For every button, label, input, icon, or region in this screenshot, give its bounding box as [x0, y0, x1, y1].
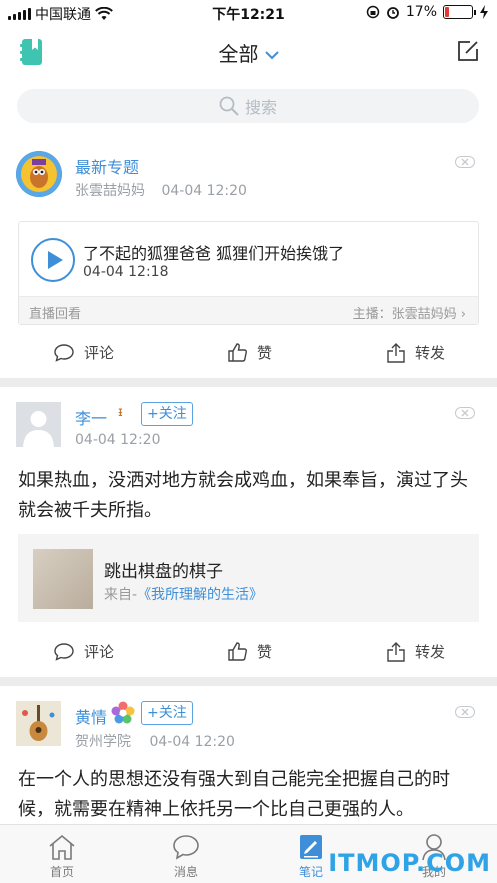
dismiss-button[interactable] [455, 706, 475, 718]
thumbs-up-icon [228, 642, 247, 661]
avatar[interactable] [16, 151, 62, 197]
share-icon [387, 342, 405, 363]
nav-bar: 全部 [0, 26, 497, 76]
user-badge-icon: ᵻ [118, 405, 123, 420]
share-button[interactable]: 转发 [387, 641, 445, 662]
live-footer: 直播回看 主播：张雲喆妈妈 › [19, 296, 478, 324]
flower-badge-icon [111, 701, 135, 724]
battery-icon [443, 5, 476, 19]
compose-icon[interactable] [457, 40, 479, 62]
close-icon [461, 158, 469, 166]
article-thumbnail [33, 549, 93, 609]
chevron-down-icon [264, 51, 279, 60]
default-avatar-icon [16, 402, 61, 447]
post-content: 在一个人的思想还没有强大到自己能完全把握自己的时候，就需要在精神上依托另一个比自… [18, 769, 450, 820]
dismiss-button[interactable] [455, 156, 475, 168]
message-icon [173, 835, 199, 860]
post-actions: 评论 赞 转发 [0, 342, 497, 372]
watermark: ITMOP.COM [328, 849, 491, 877]
fox-avatar-icon [16, 151, 62, 197]
nav-title-dropdown[interactable]: 全部 [0, 38, 497, 67]
home-icon [49, 834, 75, 860]
post-author-name[interactable]: 最新专题 [75, 154, 139, 178]
nav-title: 全部 [218, 42, 259, 66]
lock-rotation-icon [366, 5, 380, 19]
post-author-sub: 张雲喆妈妈 [75, 183, 145, 199]
battery-percent: 17% [405, 4, 437, 20]
play-button[interactable] [31, 238, 75, 282]
article-source-link[interactable]: 《我所理解的生活》 [137, 587, 263, 603]
post-time: 04-04 12:20 [75, 432, 161, 448]
follow-button[interactable]: +关注 [141, 402, 193, 426]
close-icon [461, 708, 469, 716]
post-meta: 贺州学院 04-04 12:20 [75, 731, 235, 751]
tab-label: 消息 [173, 865, 198, 879]
search-icon [219, 96, 239, 116]
post-actions: 评论 赞 转发 [0, 641, 497, 671]
live-title: 了不起的狐狸爸爸 狐狸们开始挨饿了 [83, 244, 345, 263]
play-icon [48, 251, 63, 269]
post-author-name[interactable]: 李一 [75, 405, 107, 429]
post-meta: 张雲喆妈妈 04-04 12:20 [75, 180, 247, 200]
like-button[interactable]: 赞 [228, 641, 272, 662]
tab-messages[interactable]: 消息 [156, 831, 216, 880]
charging-icon [480, 5, 488, 19]
post-author-name[interactable]: 黄情 [75, 704, 107, 728]
close-icon [461, 409, 469, 417]
live-host-link[interactable]: 主播：张雲喆妈妈 › [353, 303, 466, 322]
quoted-article[interactable]: 跳出棋盘的棋子 来自-《我所理解的生活》 [18, 534, 479, 622]
like-button[interactable]: 赞 [228, 342, 272, 363]
tab-label: 首页 [49, 865, 74, 879]
section-divider [0, 677, 497, 686]
section-divider [0, 378, 497, 387]
comment-button[interactable]: 评论 [54, 641, 114, 662]
follow-button[interactable]: +关注 [141, 701, 193, 725]
search-input[interactable]: 搜索 [17, 89, 479, 123]
article-title: 跳出棋盘的棋子 [104, 562, 223, 582]
search-placeholder: 搜索 [244, 98, 277, 117]
post-time: 04-04 12:20 [149, 734, 235, 750]
tab-home[interactable]: 首页 [32, 831, 92, 880]
note-icon [300, 835, 322, 859]
share-icon [387, 641, 405, 662]
thumbs-up-icon [228, 343, 247, 362]
live-tag: 直播回看 [29, 307, 82, 322]
chevron-right-icon: › [460, 307, 466, 322]
status-bar: 中国联通 下午12:21 17% [0, 0, 497, 26]
comment-button[interactable]: 评论 [54, 342, 114, 363]
dismiss-button[interactable] [455, 407, 475, 419]
alarm-icon [386, 7, 399, 19]
live-time: 04-04 12:18 [83, 264, 169, 280]
article-source: 来自-《我所理解的生活》 [104, 587, 264, 603]
avatar[interactable] [16, 402, 61, 447]
comment-icon [54, 642, 74, 661]
post-school: 贺州学院 [75, 734, 131, 750]
guitar-avatar-icon [16, 701, 61, 746]
post-time: 04-04 12:20 [161, 183, 247, 199]
share-button[interactable]: 转发 [387, 342, 445, 363]
post-content: 如果热血，没洒对地方就会成鸡血，如果奉旨，演过了头就会被千夫所指。 [18, 470, 468, 521]
comment-icon [54, 343, 74, 362]
avatar[interactable] [16, 701, 61, 746]
live-replay-card[interactable]: 了不起的狐狸爸爸 狐狸们开始挨饿了 04-04 12:18 直播回看 主播：张雲… [18, 221, 479, 325]
